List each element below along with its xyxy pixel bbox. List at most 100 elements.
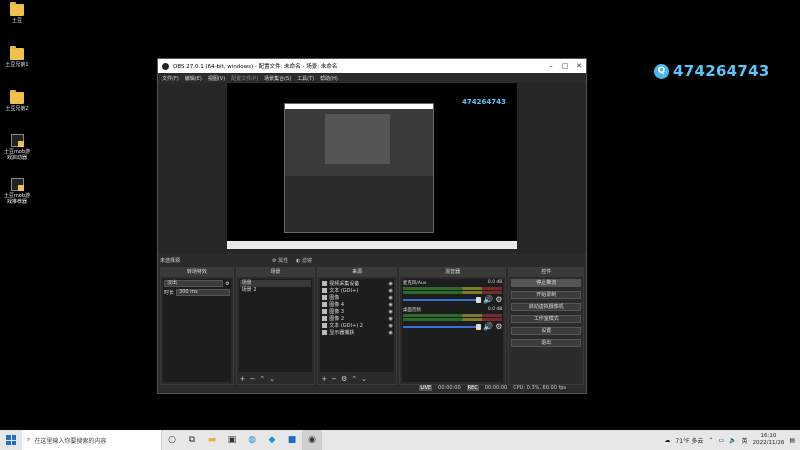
menu-profile[interactable]: 配置文件(P) [231, 75, 258, 82]
eye-icon[interactable]: ◉ [389, 323, 393, 329]
close-icon[interactable]: ✕ [572, 62, 586, 70]
duration-input[interactable]: 300 ms [176, 289, 230, 296]
file-explorer-icon[interactable]: ▬ [202, 430, 222, 450]
title-bar: OBS 27.0.1 (64-bit, windows) - 配置文件: 未命名… [158, 59, 586, 73]
add-icon[interactable]: + [321, 375, 327, 383]
chevron-up-icon[interactable]: ⌃ [708, 437, 713, 444]
transition-select[interactable]: 淡出 [164, 280, 224, 287]
desktop-icon-app[interactable]: 土豆mob游戏启动器 [2, 134, 32, 161]
minimize-icon[interactable]: – [544, 62, 558, 70]
dock-title: 混音器 [399, 268, 506, 277]
desktop-icon-label: 土豆兄弟2 [5, 106, 29, 112]
live-time: 00:00:00 [438, 385, 461, 391]
obs-logo-icon [162, 62, 169, 70]
qq-taskbar-icon[interactable]: ◆ [262, 430, 282, 450]
input-language[interactable]: 英 [742, 436, 748, 445]
search-box[interactable]: ⌕ 在这里输入你要搜索的内容 [22, 430, 162, 450]
dock-row: 转场特效 淡出 ⚙ 时长 300 ms 场景 场景 场景 2 + − ⌃ ⌄ 来… [158, 267, 586, 385]
start-recording-button[interactable]: 开始录制 [511, 291, 582, 299]
move-down-icon[interactable]: ⌄ [269, 375, 275, 383]
image-icon [322, 316, 328, 321]
gear-icon[interactable]: ⚙ [495, 295, 502, 304]
dock-title: 转场特效 [161, 268, 233, 277]
volume-slider[interactable] [402, 296, 482, 303]
desktop-icon-label: 土豆兄弟1 [5, 62, 29, 68]
menu-file[interactable]: 文件(F) [162, 75, 179, 82]
source-item[interactable]: 视频采集设备 ◉ [321, 280, 393, 287]
speaker-icon[interactable]: 🔊 [483, 322, 493, 331]
menu-help[interactable]: 帮助(H) [320, 75, 338, 82]
weather-icon[interactable]: ☁ [664, 437, 670, 444]
exit-button[interactable]: 退出 [511, 339, 582, 347]
app-icon [10, 178, 24, 191]
source-item[interactable]: 文本 (GDI+) ◉ [321, 287, 393, 294]
scene-item[interactable]: 场景 2 [240, 287, 312, 294]
clock[interactable]: 16:10 2022/11/26 [753, 433, 785, 447]
no-source-label: 未选择源 [160, 257, 181, 264]
menu-tools[interactable]: 工具(T) [297, 75, 314, 82]
obs-taskbar-icon[interactable]: ◉ [302, 430, 322, 450]
level-meter [402, 314, 503, 317]
level-meter [402, 318, 503, 321]
gear-icon[interactable]: ⚙ [225, 281, 229, 287]
eye-icon[interactable]: ◉ [389, 288, 393, 294]
start-button[interactable] [0, 430, 22, 450]
studio-mode-button[interactable]: 工作室模式 [511, 315, 582, 323]
filters-button[interactable]: ◐ 滤镜 [296, 257, 312, 264]
eye-icon[interactable]: ◉ [389, 281, 393, 287]
cortana-icon[interactable]: ○ [162, 430, 182, 450]
volume-slider[interactable] [402, 323, 482, 330]
mixer-dock: 混音器 麦克风/Aux 0.0 dB 🔊 ⚙ 桌面音频 0.0 dB 🔊 ⚙ [398, 267, 507, 385]
remove-icon[interactable]: − [331, 375, 337, 383]
source-item[interactable]: 文本 (GDI+) 2 ◉ [321, 322, 393, 329]
notification-icon[interactable]: ▤ [789, 437, 795, 444]
eye-icon[interactable]: ◉ [389, 295, 393, 301]
eye-icon[interactable]: ◉ [389, 316, 393, 322]
start-virtual-camera-button[interactable]: 启动虚拟摄像机 [511, 303, 582, 311]
eye-icon[interactable]: ◉ [389, 309, 393, 315]
source-item[interactable]: 图像 2 ◉ [321, 315, 393, 322]
desktop-icon-folder[interactable]: 土豆兄弟1 [2, 46, 32, 68]
volume-icon[interactable]: 🔈 [729, 437, 736, 444]
stop-streaming-button[interactable]: 停止推流 [511, 279, 582, 287]
eye-icon[interactable]: ◉ [389, 302, 393, 308]
app-icon [10, 134, 24, 147]
source-item[interactable]: 图像 3 ◉ [321, 308, 393, 315]
desktop-icon-folder[interactable]: 土豆兄弟2 [2, 90, 32, 112]
desktop-icon-app[interactable]: 土豆mob游戏推荐器 [2, 178, 32, 205]
desktop-icon-label: 土豆mob游戏推荐器 [3, 193, 31, 205]
menu-scene-collection[interactable]: 场景集合(S) [264, 75, 291, 82]
settings-button[interactable]: 设置 [511, 327, 582, 335]
eye-icon[interactable]: ◉ [389, 330, 393, 336]
remove-icon[interactable]: − [250, 375, 256, 383]
properties-button[interactable]: ⚙ 属性 [272, 257, 288, 264]
menu-view[interactable]: 视图(V) [208, 75, 225, 82]
task-view-icon[interactable]: ⧉ [182, 430, 202, 450]
preview-area: 474264743 [158, 83, 586, 253]
app-taskbar-icon[interactable]: ■ [282, 430, 302, 450]
speaker-icon[interactable]: 🔊 [483, 295, 493, 304]
gear-icon[interactable]: ⚙ [341, 375, 347, 383]
move-down-icon[interactable]: ⌄ [361, 375, 367, 383]
move-up-icon[interactable]: ⌃ [259, 375, 265, 383]
text-icon [322, 288, 328, 293]
menu-edit[interactable]: 编辑(E) [185, 75, 202, 82]
edge-icon[interactable]: ◍ [242, 430, 262, 450]
add-icon[interactable]: + [240, 375, 246, 383]
desktop-icon-folder[interactable]: 土豆 [2, 2, 32, 24]
weather-text[interactable]: 71°F 多云 [675, 436, 703, 445]
scene-item[interactable]: 场景 [239, 280, 312, 287]
source-item[interactable]: 图像 ◉ [321, 294, 393, 301]
gear-icon[interactable]: ⚙ [495, 322, 502, 331]
source-item[interactable]: 显示器捕获 ◉ [321, 329, 393, 336]
search-icon: ⌕ [27, 436, 31, 443]
maximize-icon[interactable]: □ [558, 62, 572, 70]
preview-canvas[interactable]: 474264743 [227, 83, 517, 249]
source-item[interactable]: 图像 4 ◉ [321, 301, 393, 308]
move-up-icon[interactable]: ⌃ [351, 375, 357, 383]
store-icon[interactable]: ▣ [222, 430, 242, 450]
text-icon [322, 323, 328, 328]
source-toolbar: 未选择源 ⚙ 属性 ◐ 滤镜 [158, 255, 586, 265]
preview-qq-number: 474264743 [462, 98, 506, 106]
network-icon[interactable]: ▭ [718, 437, 724, 444]
